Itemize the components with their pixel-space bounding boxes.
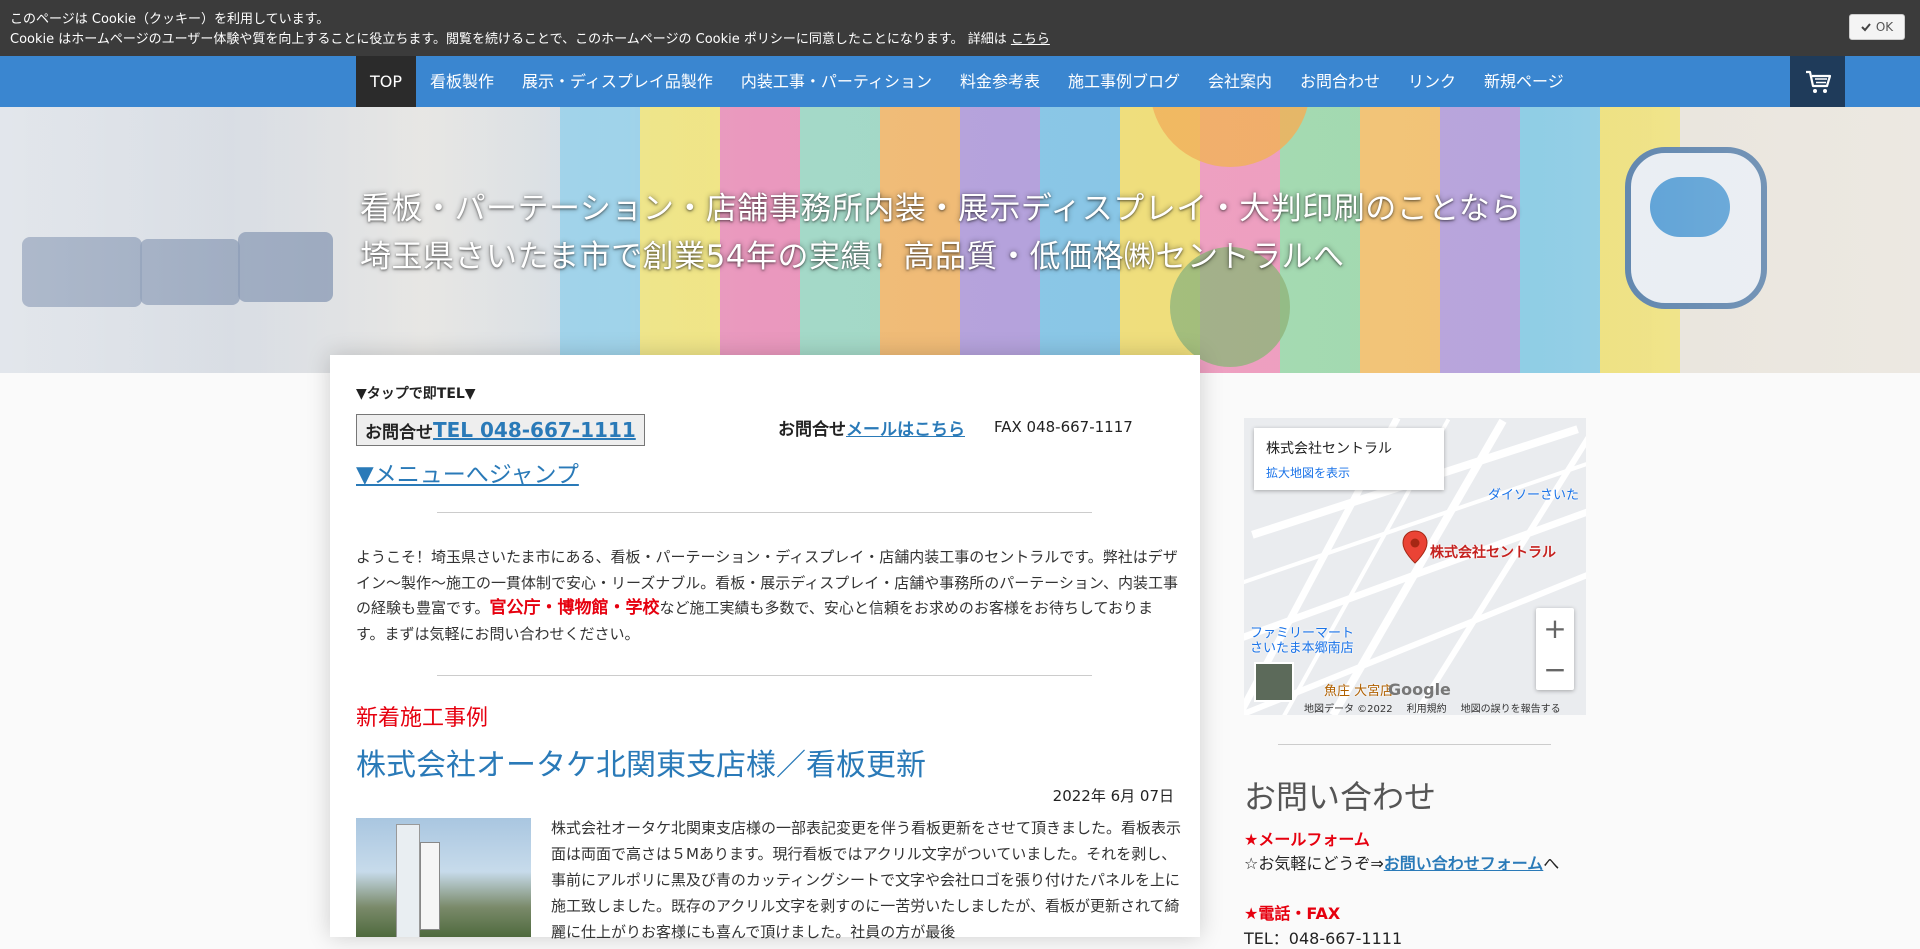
- map-zoom-in-button[interactable]: +: [1536, 608, 1574, 649]
- hero-tagline-line-2: 埼玉県さいたま市で創業54年の実績！高品質・低価格㈱セントラルへ: [360, 239, 1345, 275]
- cookie-line-1: このページは Cookie（クッキー）を利用しています。: [10, 12, 330, 27]
- nav-items: TOP 看板製作 展示・ディスプレイ品製作 内装工事・パーティション 料金参考表…: [356, 56, 1578, 107]
- intro-text: ようこそ！埼玉県さいたま市にある、看板・パーテーション・ディスプレイ・店舗内装工…: [356, 545, 1180, 647]
- map-info-card: 株式会社セントラル 拡大地図を表示: [1254, 428, 1444, 490]
- mail-contact: お問合せメールはこちら: [778, 415, 965, 440]
- divider: [437, 512, 1092, 513]
- cookie-banner: このページは Cookie（クッキー）を利用しています。 Cookie はホーム…: [0, 0, 1920, 56]
- sidebar-tel-number: TEL：048-667-1111: [1244, 929, 1403, 948]
- case-description: 株式会社オータケ北関東支店様の一部表記変更を伴う看板更新をさせて頂きました。看板…: [551, 819, 1182, 941]
- map-info-name: 株式会社セントラル: [1266, 441, 1392, 457]
- new-cases-heading: 新着施工事例: [356, 706, 489, 731]
- cookie-line-2-text: Cookie はホームページのユーザー体験や質を向上することに役立ちます。閲覧を…: [10, 32, 1007, 47]
- cookie-details-link[interactable]: こちら: [1011, 32, 1050, 47]
- sidebar-contact-form-link[interactable]: お問い合わせフォーム: [1384, 854, 1544, 873]
- cookie-ok-button[interactable]: OK: [1849, 14, 1905, 40]
- hero-banner: 看板・パーテーション・店舗事務所内装・展示ディスプレイ・大判印刷のことなら 埼玉…: [0, 107, 1920, 373]
- case-photo-signpole: [396, 824, 420, 937]
- nav-item-company[interactable]: 会社案内: [1194, 56, 1286, 107]
- fax-number: FAX 048-667-1117: [994, 418, 1133, 436]
- hero-tagline: 看板・パーテーション・店舗事務所内装・展示ディスプレイ・大判印刷のことなら 埼玉…: [360, 185, 1522, 281]
- intro-highlight: 官公庁・博物館・学校: [489, 598, 660, 618]
- map-footer-report[interactable]: 地図の誤りを報告する: [1461, 700, 1561, 715]
- cookie-line-2: Cookie はホームページのユーザー体験や質を向上することに役立ちます。閲覧を…: [10, 28, 1050, 47]
- sidebar-mail-text-after: へ: [1543, 854, 1560, 873]
- mail-link[interactable]: メールはこちら: [846, 420, 965, 440]
- sidebar-tel-heading: ★電話・FAX: [1244, 904, 1341, 923]
- map-footer: 地図データ ©2022 利用規約 地図の誤りを報告する: [1304, 700, 1561, 715]
- sidebar-contact-title: お問い合わせ: [1244, 778, 1437, 816]
- map-zoom-controls: + −: [1536, 608, 1574, 690]
- case-photo-sign: [420, 842, 440, 930]
- map-pin-label: 株式会社セントラル: [1430, 545, 1556, 561]
- nav-item-display[interactable]: 展示・ディスプレイ品製作: [508, 56, 727, 107]
- map-enlarge-link[interactable]: 拡大地図を表示: [1266, 464, 1350, 481]
- main-nav: TOP 看板製作 展示・ディスプレイ品製作 内装工事・パーティション 料金参考表…: [0, 56, 1920, 107]
- tel-button[interactable]: お問合せ TEL 048-667-1111: [356, 414, 645, 446]
- cart-button[interactable]: [1790, 56, 1845, 107]
- nav-item-links[interactable]: リンク: [1394, 56, 1470, 107]
- case-date: 2022年 6月 07日: [1052, 787, 1174, 805]
- cart-icon: [1805, 70, 1831, 93]
- map-pin-icon[interactable]: [1402, 530, 1428, 564]
- nav-item-pricing[interactable]: 料金参考表: [946, 56, 1054, 107]
- map-label-uosho: 魚庄 大宮店: [1324, 684, 1394, 699]
- nav-item-signboard[interactable]: 看板製作: [416, 56, 508, 107]
- map-footer-terms[interactable]: 利用規約: [1407, 700, 1447, 715]
- tel-prefix: お問合せ: [365, 422, 433, 443]
- map-footer-data: 地図データ ©2022: [1304, 704, 1393, 715]
- tap-to-call-label: ▼タップで即TEL▼: [356, 386, 476, 402]
- nav-item-new-page[interactable]: 新規ページ: [1470, 56, 1578, 107]
- map-zoom-out-button[interactable]: −: [1536, 649, 1574, 690]
- case-title-link[interactable]: 株式会社オータケ北関東支店様／看板更新: [356, 740, 926, 784]
- sidebar-mail-text-before: ☆お気軽にどうぞ⇒: [1244, 854, 1384, 873]
- check-icon: [1861, 23, 1871, 32]
- case-photo[interactable]: [356, 818, 531, 937]
- tel-link[interactable]: TEL 048-667-1111: [433, 418, 636, 442]
- map-label-familymart-2: さいたま本郷南店: [1250, 641, 1354, 656]
- divider: [437, 675, 1092, 676]
- nav-item-interior[interactable]: 内装工事・パーティション: [727, 56, 946, 107]
- menu-jump-link[interactable]: ▼メニューへジャンプ: [356, 455, 579, 489]
- sidebar-divider: [1278, 744, 1551, 745]
- map-label-daiso: ダイソーさいた: [1488, 488, 1580, 503]
- nav-item-blog[interactable]: 施工事例ブログ: [1054, 56, 1194, 107]
- hero-tagline-line-1: 看板・パーテーション・店舗事務所内装・展示ディスプレイ・大判印刷のことなら: [360, 191, 1522, 227]
- sidebar-mail-heading: ★メールフォーム: [1244, 830, 1370, 849]
- google-logo: Google: [1388, 680, 1451, 699]
- nav-item-top[interactable]: TOP: [356, 56, 417, 107]
- nav-item-contact[interactable]: お問合わせ: [1286, 56, 1394, 107]
- mail-prefix: お問合せ: [778, 420, 846, 440]
- sidebar-mail-text: ☆お気軽にどうぞ⇒お問い合わせフォームへ: [1244, 850, 1559, 874]
- map-satellite-toggle[interactable]: [1254, 662, 1294, 702]
- main-content: ▼タップで即TEL▼ お問合せ TEL 048-667-1111 お問合せメール…: [330, 355, 1200, 941]
- google-map[interactable]: 株式会社セントラル 拡大地図を表示 ダイソーさいた ファミリーマート さいたま本…: [1244, 418, 1586, 715]
- cookie-ok-label: OK: [1875, 20, 1894, 34]
